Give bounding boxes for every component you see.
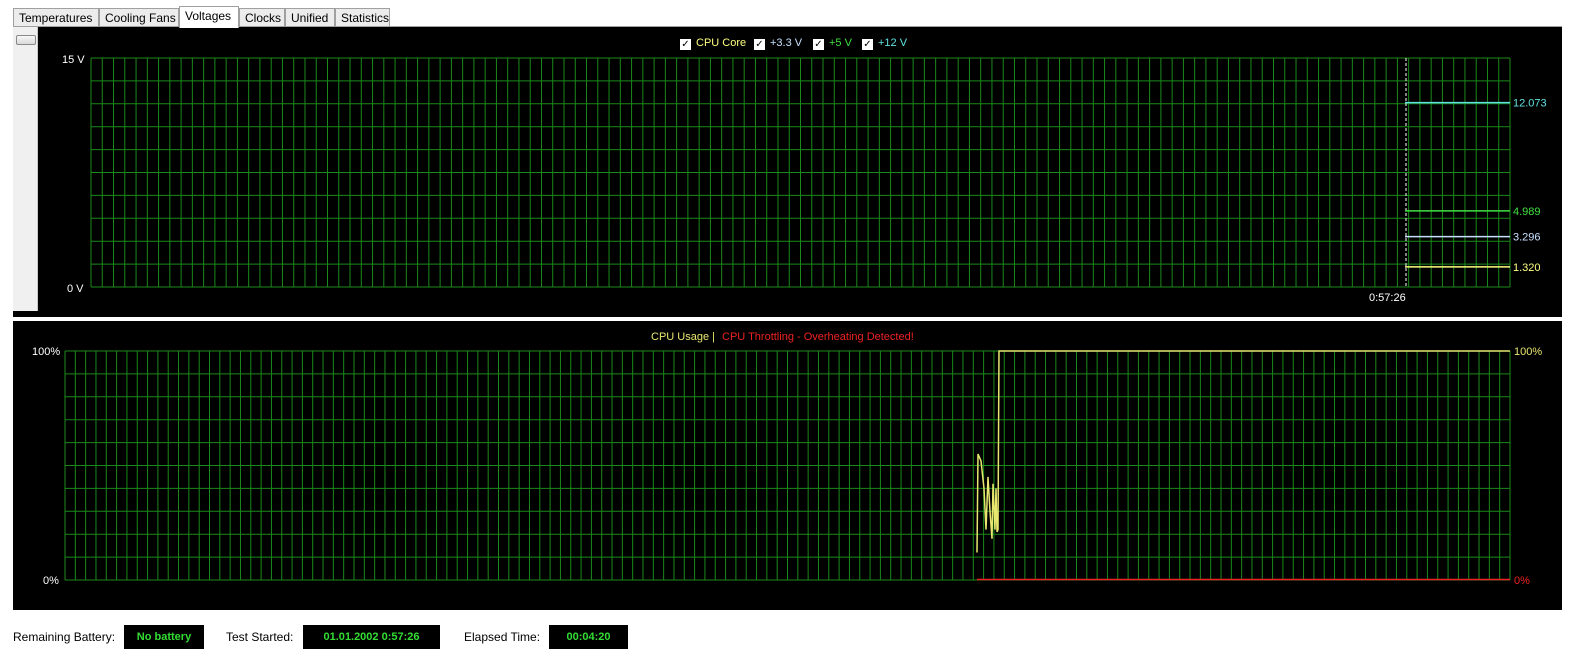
usage-grid — [64, 350, 1511, 581]
cpu-usage-line — [976, 350, 1510, 553]
usage-right-max-label: 100% — [1514, 346, 1542, 358]
usage-y-min-label: 0% — [43, 575, 59, 587]
battery-value: No battery — [124, 625, 204, 649]
usage-right-min-label: 0% — [1514, 575, 1530, 587]
test-started-label: Test Started: — [226, 630, 294, 644]
elapsed-time-label: Elapsed Time: — [464, 630, 541, 644]
usage-chart: CPU Usage | CPU Throttling - Overheating… — [32, 331, 1542, 587]
elapsed-time-value: 00:04:20 — [549, 625, 628, 649]
tab-voltages[interactable]: Voltages — [179, 6, 239, 28]
usage-title: CPU Usage — [651, 331, 709, 343]
battery-label: Remaining Battery: — [13, 630, 116, 644]
test-started-value: 01.01.2002 0:57:26 — [303, 625, 440, 649]
usage-y-max-label: 100% — [32, 346, 60, 358]
throttle-title: CPU Throttling - Overheating Detected! — [722, 331, 914, 343]
usage-title-separator: | — [712, 331, 715, 343]
